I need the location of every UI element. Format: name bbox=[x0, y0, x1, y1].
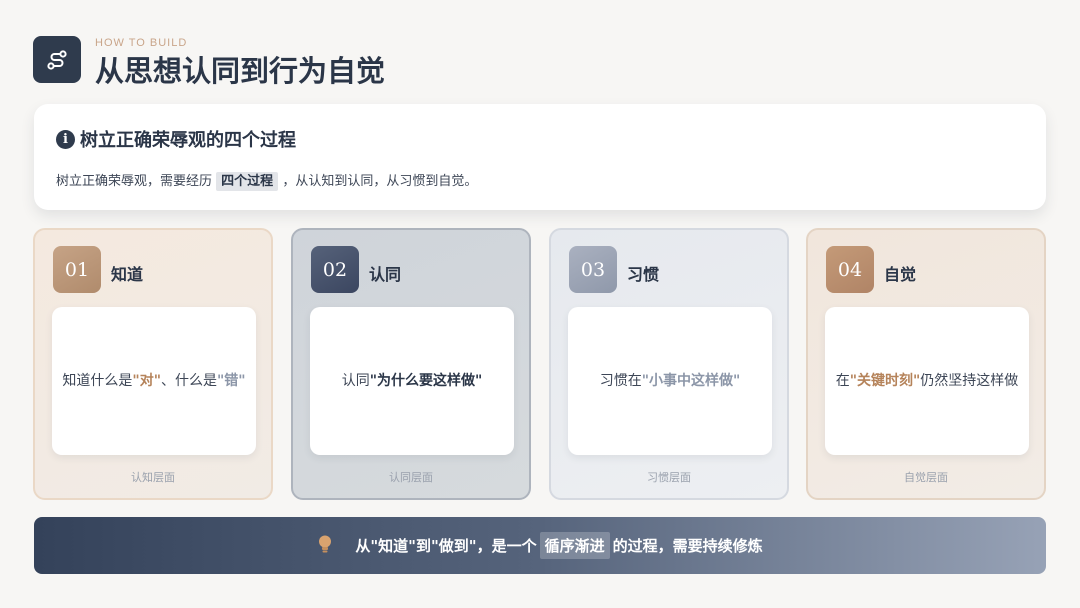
stage-title: 知道 bbox=[111, 265, 144, 284]
stage-text: 在 bbox=[835, 373, 850, 389]
footer-text-before: 从"知道"到"做到"，是一个 bbox=[355, 537, 537, 555]
stage-card-know: 01 知道 知道什么是"对"、什么是"错" 认知层面 bbox=[33, 228, 273, 500]
info-icon: i bbox=[56, 129, 75, 149]
stage-emphasis: "小事中这样做" bbox=[641, 373, 741, 389]
stage-card-habit: 03 习惯 习惯在"小事中这样做" 习惯层面 bbox=[549, 228, 789, 500]
stage-text: 仍然坚持这样做 bbox=[920, 373, 1019, 389]
stage-title: 认同 bbox=[369, 265, 402, 284]
stage-footer-label: 习惯层面 bbox=[647, 471, 691, 484]
stage-footer-label: 自觉层面 bbox=[904, 471, 948, 484]
intro-card: i 树立正确荣辱观的四个过程 树立正确荣辱观，需要经历 四个过程 ，从认知到认同… bbox=[34, 104, 1046, 210]
intro-text: 树立正确荣辱观，需要经历 四个过程 ，从认知到认同，从习惯到自觉。 bbox=[56, 170, 478, 191]
intro-heading: i 树立正确荣辱观的四个过程 bbox=[56, 126, 296, 152]
intro-text-before: 树立正确荣辱观，需要经历 bbox=[56, 174, 213, 189]
stage-text: 、什么是 bbox=[161, 373, 217, 389]
footer-banner: 从"知道"到"做到"，是一个 循序渐进 的过程，需要持续修炼 bbox=[34, 517, 1046, 574]
stage-number-badge: 01 bbox=[53, 246, 101, 293]
stage-emphasis: "关键时刻" bbox=[849, 373, 921, 389]
stage-emphasis: "对" bbox=[132, 373, 161, 389]
footer-text-after: 的过程，需要持续修炼 bbox=[612, 537, 763, 555]
lightbulb-icon bbox=[317, 534, 333, 558]
stage-title: 自觉 bbox=[884, 265, 917, 284]
stage-footer-label: 认知层面 bbox=[131, 471, 175, 484]
stage-text: 知道什么是 bbox=[62, 373, 133, 389]
stage-text: 认同 bbox=[341, 373, 370, 389]
stage-description: 在"关键时刻"仍然坚持这样做 bbox=[825, 307, 1029, 455]
stage-description: 知道什么是"对"、什么是"错" bbox=[52, 307, 256, 455]
intro-highlight: 四个过程 bbox=[216, 172, 279, 191]
stage-text: 习惯在 bbox=[599, 373, 642, 389]
page-title: 从思想认同到行为自觉 bbox=[95, 54, 386, 88]
stage-footer-label: 认同层面 bbox=[389, 471, 433, 484]
stage-number-badge: 04 bbox=[826, 246, 874, 293]
stage-number-badge: 02 bbox=[311, 246, 359, 293]
stage-number-badge: 03 bbox=[569, 246, 617, 293]
stage-card-self-discipline: 04 自觉 在"关键时刻"仍然坚持这样做 自觉层面 bbox=[806, 228, 1046, 500]
intro-title-text: 树立正确荣辱观的四个过程 bbox=[80, 130, 296, 151]
stage-title: 习惯 bbox=[627, 265, 660, 284]
stage-card-identify: 02 认同 认同"为什么要这样做" 认同层面 bbox=[291, 228, 531, 500]
route-icon bbox=[33, 36, 81, 83]
stage-description: 认同"为什么要这样做" bbox=[310, 307, 514, 455]
footer-highlight: 循序渐进 bbox=[539, 532, 610, 559]
intro-text-after: ，从认知到认同，从习惯到自觉。 bbox=[282, 174, 478, 189]
stage-emphasis: "错" bbox=[217, 373, 246, 389]
stage-emphasis: "为什么要这样做" bbox=[369, 373, 483, 389]
stage-description: 习惯在"小事中这样做" bbox=[568, 307, 772, 455]
